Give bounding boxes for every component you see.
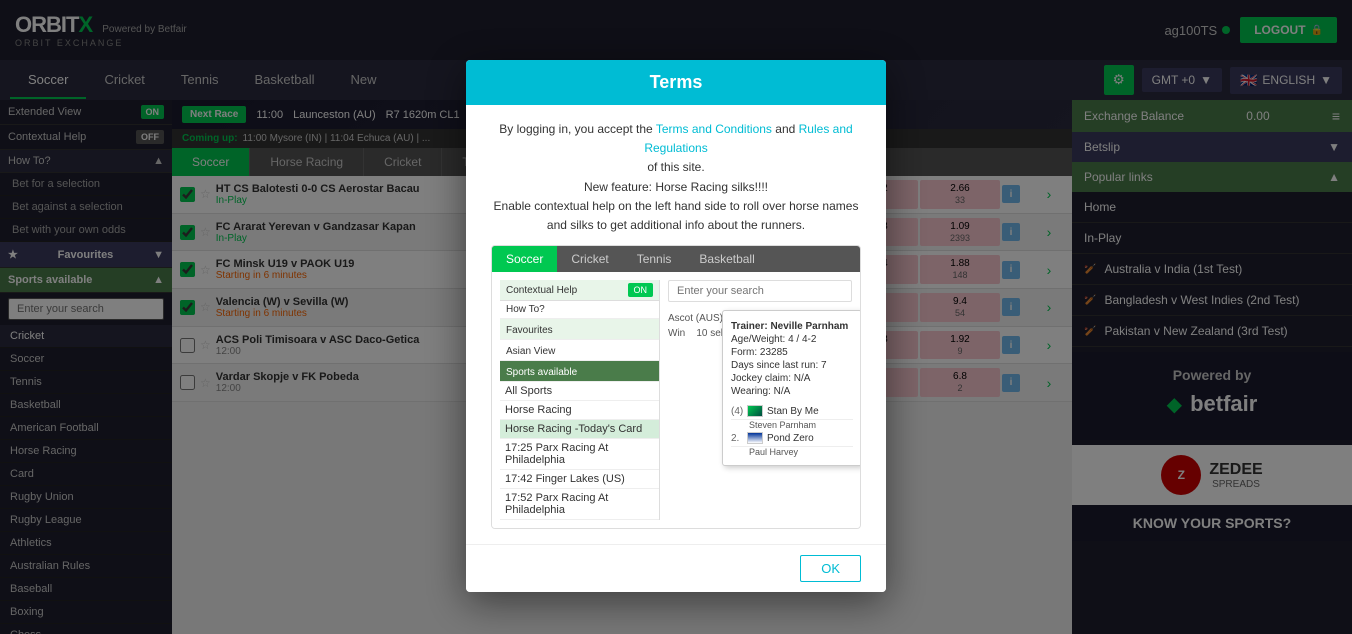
modal-howto-row[interactable]: How To? ▼: [500, 301, 659, 319]
modal-text1: By logging in, you accept the: [499, 122, 652, 136]
runner1-name: Stan By Me: [767, 406, 819, 417]
runner1-jockey: Steven Parnham: [731, 420, 853, 430]
modal-inner-content: Soccer Cricket Tennis Basketball Context…: [491, 245, 861, 529]
horse-list-item[interactable]: All Sports: [500, 382, 659, 401]
horse-list-item[interactable]: 17:52 Parx Racing At Philadelphia: [500, 489, 659, 520]
runner-num: (4): [731, 406, 743, 417]
modal-body: By logging in, you accept the Terms and …: [466, 105, 886, 544]
horse-jockey: Jockey claim: N/A: [731, 373, 853, 384]
horse-form: Form: 23285: [731, 347, 853, 358]
modal-overlay: Terms By logging in, you accept the Term…: [0, 0, 1352, 634]
modal-asian-view-label: Asian View: [506, 346, 555, 357]
terms-conditions-link[interactable]: Terms and Conditions: [656, 122, 772, 136]
modal-nav-basketball[interactable]: Basketball: [685, 246, 768, 272]
runner2-name: Pond Zero: [767, 433, 814, 444]
modal-nav-soccer[interactable]: Soccer: [492, 246, 557, 272]
modal-footer: OK: [466, 544, 886, 592]
modal-favourites-row[interactable]: Favourites: [500, 319, 659, 340]
horse-list-item[interactable]: 17:25 Parx Racing At Philadelphia: [500, 439, 659, 470]
horse-days-run: Days since last run: 7: [731, 360, 853, 371]
modal-text-instructions: Enable contextual help on the left hand …: [491, 197, 861, 235]
runner-num: 2.: [731, 433, 743, 444]
modal-howto-label: How To?: [506, 304, 545, 315]
runner2-jockey: Paul Harvey: [731, 447, 853, 457]
runner-item: (4) Stan By Me: [731, 403, 853, 420]
modal-nav-cricket[interactable]: Cricket: [557, 246, 622, 272]
horse-list-item[interactable]: Horse Racing: [500, 401, 659, 420]
modal-content-area: Contextual Help ON How To? ▼ Favourites …: [492, 272, 860, 528]
horse-age-weight: Age/Weight: 4 / 4-2: [731, 334, 853, 345]
modal-contextual-label: Contextual Help: [506, 285, 577, 296]
horse-wearing: Wearing: N/A: [731, 386, 853, 397]
modal-text-feature: New feature: Horse Racing silks!!!!: [491, 178, 861, 197]
horse-list-item[interactable]: Horse Racing -Today's Card: [500, 420, 659, 439]
modal-header: Terms: [466, 60, 886, 105]
modal-contextual-row: Contextual Help ON: [500, 280, 659, 301]
horse-info-popup: Trainer: Neville Parnham Age/Weight: 4 /…: [722, 310, 861, 466]
modal-text-line1: By logging in, you accept the Terms and …: [491, 120, 861, 158]
modal-search-row: [668, 280, 852, 308]
runner-item: 2. Pond Zero: [731, 430, 853, 447]
horse-trainer: Trainer: Neville Parnham: [731, 321, 853, 332]
runner-silk2-icon: [747, 432, 763, 444]
modal-horse-list: All Sports Horse Racing Horse Racing -To…: [500, 382, 659, 520]
terms-modal: Terms By logging in, you accept the Term…: [466, 60, 886, 592]
modal-nav-tennis[interactable]: Tennis: [623, 246, 686, 272]
runner-list: (4) Stan By Me Steven Parnham 2. Pond Ze…: [731, 403, 853, 457]
modal-inner-nav: Soccer Cricket Tennis Basketball: [492, 246, 860, 272]
modal-sidebar-list: Contextual Help ON How To? ▼ Favourites …: [500, 280, 660, 520]
modal-sports-available-label: Sports available: [506, 367, 577, 378]
modal-sports-available-row[interactable]: Sports available: [500, 361, 659, 382]
modal-text-site: of this site.: [491, 158, 861, 177]
modal-search-input[interactable]: [668, 280, 852, 302]
modal-asian-view-row[interactable]: Asian View: [500, 340, 659, 361]
modal-favourites-label: Favourites: [506, 325, 553, 336]
modal-text2: and: [775, 122, 795, 136]
horse-list-item[interactable]: 17:42 Finger Lakes (US): [500, 470, 659, 489]
ok-button[interactable]: OK: [800, 555, 861, 582]
runner-silk-icon: [747, 405, 763, 417]
modal-main-content: Ascot (AUS) 21 Nov Win 10 sel... Trainer…: [668, 280, 852, 520]
modal-contextual-toggle[interactable]: ON: [628, 283, 654, 297]
modal-title: Terms: [650, 72, 703, 92]
modal-howto-chevron-icon: ▼: [643, 304, 653, 315]
